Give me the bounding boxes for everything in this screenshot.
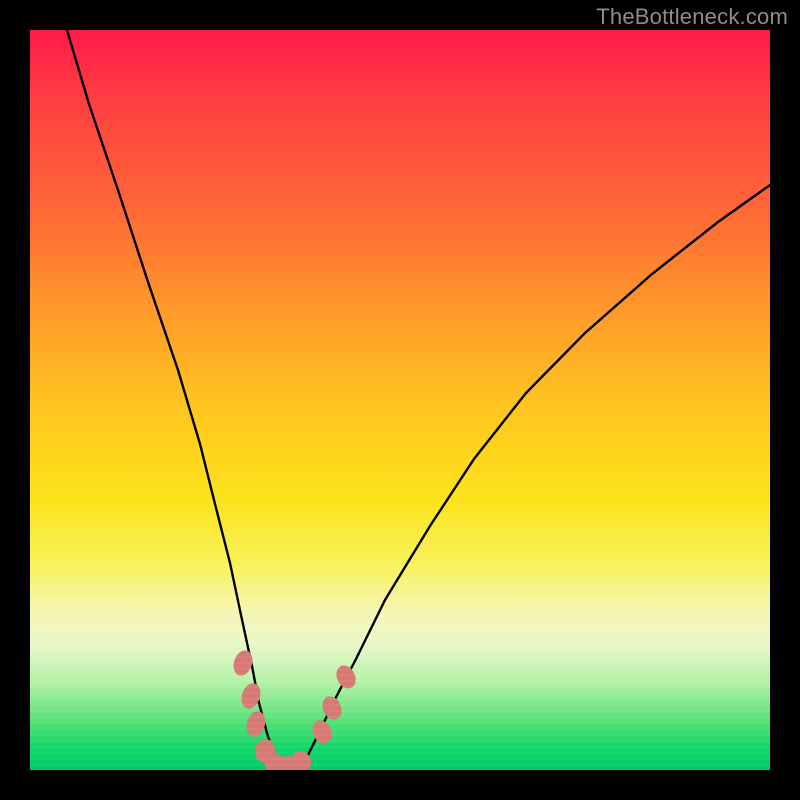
bottleneck-curve: [67, 30, 770, 770]
watermark: TheBottleneck.com: [596, 4, 788, 30]
chart-frame: TheBottleneck.com: [0, 0, 800, 800]
right-cluster: [309, 662, 359, 746]
curve-svg: [30, 30, 770, 770]
left-cluster: [230, 648, 312, 770]
plot-area: [30, 30, 770, 770]
